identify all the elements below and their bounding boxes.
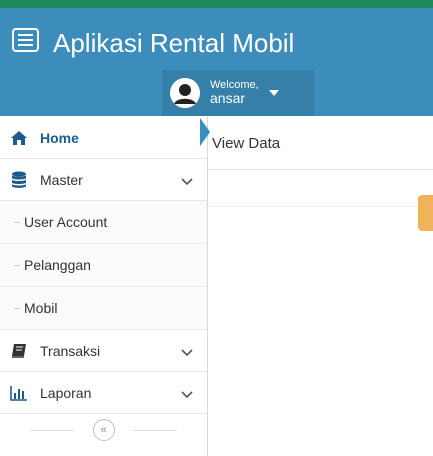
- collapse-sidebar-button[interactable]: «: [92, 419, 115, 441]
- database-icon: [10, 171, 28, 189]
- chevron-down-icon: [181, 173, 193, 189]
- chevron-down-icon: [181, 344, 193, 360]
- app-title: Aplikasi Rental Mobil: [53, 28, 295, 58]
- sidebar-item-label: Transaksi: [40, 342, 101, 359]
- top-accent-strip: [0, 0, 433, 8]
- sidebar-item-label: Home: [40, 129, 79, 146]
- sidebar-item-label: Laporan: [40, 384, 92, 401]
- content-header-bar: View Data: [208, 117, 433, 170]
- sidebar-collapse-row: «: [0, 414, 207, 446]
- hamburger-line: [18, 39, 33, 41]
- active-pointer-icon: [200, 118, 210, 146]
- divider-line: [30, 430, 74, 431]
- view-data-label: View Data: [212, 134, 281, 152]
- sidebar-item-label: Pelanggan: [24, 257, 91, 273]
- home-icon: [10, 129, 28, 147]
- settings-tab-button[interactable]: [418, 195, 433, 231]
- sidebar-item-master[interactable]: Master: [0, 159, 207, 201]
- sidebar-item-laporan[interactable]: Laporan: [0, 372, 207, 414]
- sidebar: Home Master User Account Pelanggan Mobil: [0, 117, 208, 456]
- user-info: Welcome, ansar: [210, 79, 259, 106]
- menu-toggle-button[interactable]: [12, 28, 39, 52]
- book-icon: [10, 342, 28, 360]
- sidebar-item-transaksi[interactable]: Transaksi: [0, 330, 207, 372]
- bar-chart-icon: [10, 384, 28, 402]
- chevron-down-icon: [181, 386, 193, 402]
- user-avatar-icon: [170, 78, 200, 108]
- sidebar-subitem-mobil[interactable]: Mobil: [0, 287, 207, 330]
- sidebar-item-label: Master: [40, 171, 83, 188]
- sidebar-item-label: User Account: [24, 214, 108, 230]
- sidebar-subitem-user-account[interactable]: User Account: [0, 201, 207, 244]
- sidebar-item-home[interactable]: Home: [0, 117, 207, 159]
- username-text: ansar: [210, 90, 246, 107]
- user-menu-button[interactable]: Welcome, ansar: [162, 70, 314, 116]
- caret-down-icon: [268, 90, 279, 96]
- sidebar-item-label: Mobil: [24, 300, 58, 316]
- sidebar-subitem-pelanggan[interactable]: Pelanggan: [0, 244, 207, 287]
- content-divider: [208, 206, 433, 207]
- hamburger-line: [18, 44, 33, 46]
- divider-line: [133, 430, 177, 431]
- hamburger-line: [18, 34, 33, 36]
